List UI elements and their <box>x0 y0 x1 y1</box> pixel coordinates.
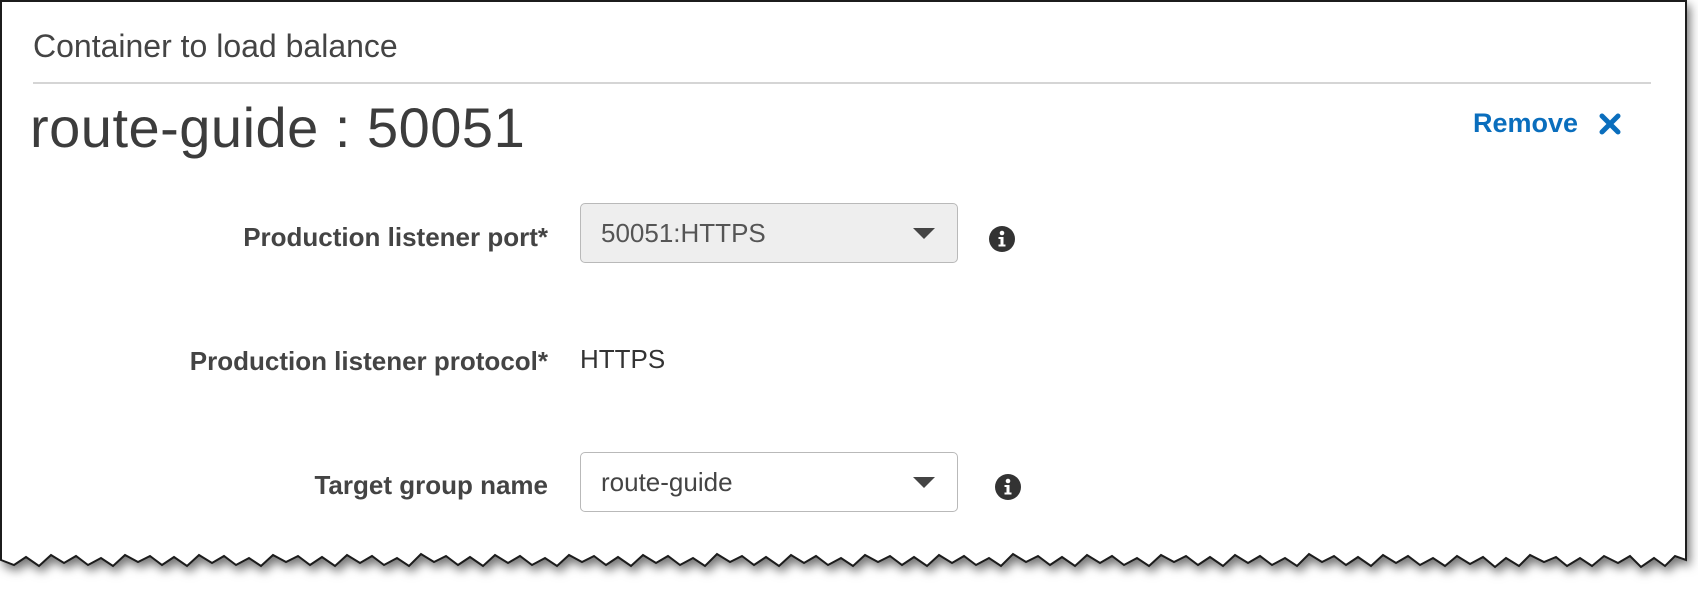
listener-port-label: Production listener port* <box>243 222 548 252</box>
remove-button[interactable]: Remove <box>1473 108 1622 139</box>
section-divider <box>33 82 1651 84</box>
panel-content: Container to load balance route-guide : … <box>0 0 1698 602</box>
info-icon[interactable] <box>988 225 1016 253</box>
listener-port-value: 50051:HTTPS <box>601 217 766 248</box>
info-icon[interactable] <box>994 473 1022 501</box>
target-group-label: Target group name <box>314 470 548 500</box>
container-name-heading: route-guide : 50051 <box>30 96 526 159</box>
target-group-select[interactable]: route-guide <box>580 452 958 512</box>
load-balancer-container-panel: Container to load balance route-guide : … <box>0 0 1698 602</box>
section-title: Container to load balance <box>33 28 398 64</box>
listener-protocol-label: Production listener protocol* <box>189 346 548 376</box>
target-group-value: route-guide <box>601 466 733 497</box>
chevron-down-icon <box>913 228 935 239</box>
remove-label: Remove <box>1473 108 1579 138</box>
listener-protocol-value: HTTPS <box>580 344 666 374</box>
listener-port-select[interactable]: 50051:HTTPS <box>580 203 958 263</box>
chevron-down-icon <box>913 477 935 488</box>
close-icon <box>1599 113 1621 134</box>
